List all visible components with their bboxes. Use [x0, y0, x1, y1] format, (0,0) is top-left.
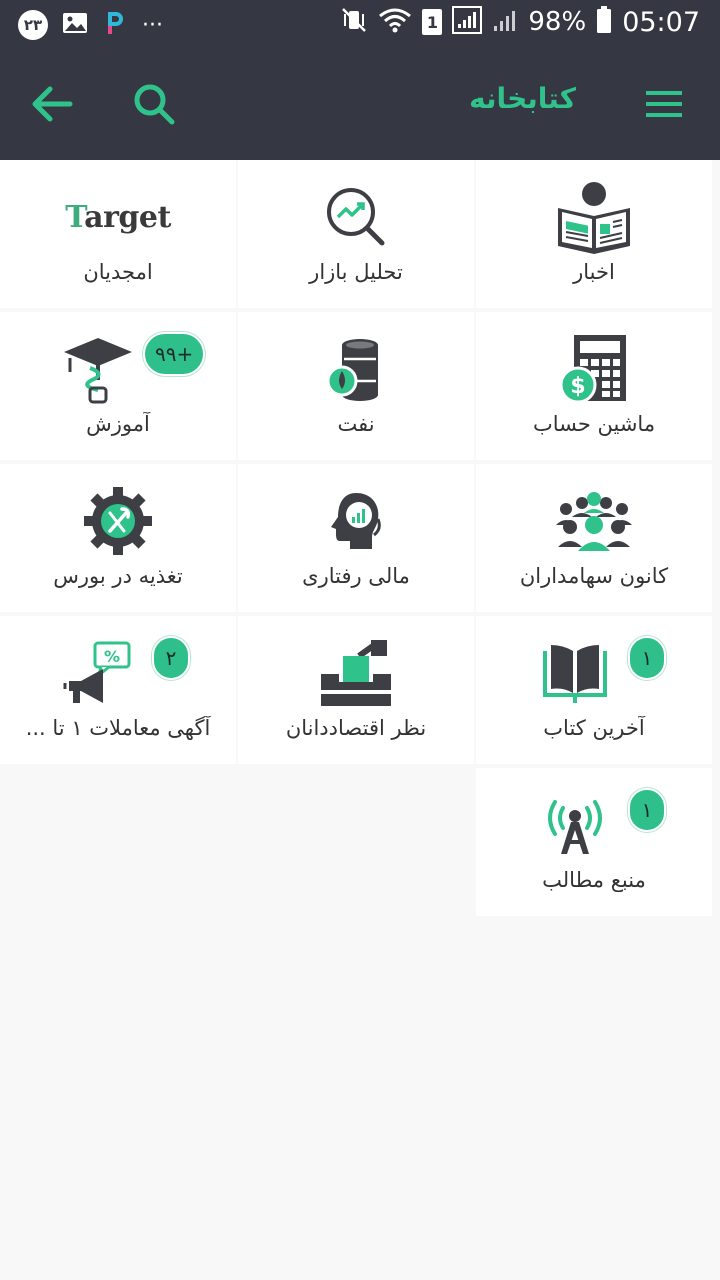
market-analysis-icon [327, 188, 385, 246]
wifi-icon [378, 6, 412, 38]
notification-badge: ۱ [628, 636, 666, 680]
target-logo: Target [65, 199, 171, 235]
tile-behavioral-finance[interactable]: مالی رفتاری [238, 464, 474, 612]
tile-calculator[interactable]: $ ماشین حساب [476, 312, 712, 460]
tile-label: اخبار [573, 260, 615, 284]
search-button[interactable] [126, 76, 182, 132]
gear-food-icon [84, 487, 152, 555]
notification-badge: ۲ [152, 636, 190, 680]
battery-percent: 98% [528, 7, 587, 37]
tile-label: منبع مطالب [542, 868, 646, 892]
notification-badge: ۱ [628, 788, 666, 832]
clock: 05:07 [622, 6, 700, 38]
newspaper-reader-icon [558, 182, 630, 254]
page-title: کتابخانه [469, 82, 576, 115]
tile-trade-ads[interactable]: % ۲ آگهی معاملات ۱ تا ... [0, 616, 236, 764]
grid-row: ۹۹+ آموزش نفت $ ماشین حساب [0, 312, 714, 460]
tile-label: امجدیان [83, 260, 153, 284]
tile-label: تغذیه در بورس [53, 564, 183, 588]
grid-row: ۱ منبع مطالب [0, 768, 714, 916]
signal-icon-1 [452, 6, 483, 38]
tile-news[interactable]: اخبار [476, 160, 712, 308]
sim-indicator: 1 [422, 9, 443, 35]
ballot-box-icon [321, 640, 391, 706]
tile-sources[interactable]: ۱ منبع مطالب [476, 768, 712, 916]
tile-label: مالی رفتاری [302, 564, 410, 588]
tile-label: تحلیل بازار [309, 260, 403, 284]
tile-shareholders[interactable]: کانون سهامداران [476, 464, 712, 612]
oil-barrel-icon [326, 339, 378, 401]
megaphone-percent-icon: % [63, 641, 131, 703]
tile-label: نظر اقتصاددانان [285, 716, 427, 740]
grid-row: Target امجدیان تحلیل بازار اخبار [0, 160, 714, 308]
tile-amjadian[interactable]: Target امجدیان [0, 160, 236, 308]
more-dots: ··· [142, 12, 163, 38]
tile-label: آخرین کتاب [543, 716, 645, 740]
tile-label: آگهی معاملات ۱ تا ... [25, 716, 211, 740]
svg-text:%: % [104, 647, 120, 666]
app-p-icon [102, 8, 128, 42]
grid-row: % ۲ آگهی معاملات ۱ تا ... نظر اقتصاددانا… [0, 616, 714, 764]
open-book-icon [543, 645, 607, 703]
app-bar: کتابخانه [0, 48, 720, 160]
notification-count-icon: ۲۳ [18, 10, 48, 40]
empty-slot [238, 768, 474, 916]
tile-label: آموزش [86, 412, 150, 436]
tile-oil[interactable]: نفت [238, 312, 474, 460]
tile-market-analysis[interactable]: تحلیل بازار [238, 160, 474, 308]
tile-nutrition[interactable]: تغذیه در بورس [0, 464, 236, 612]
tile-latest-book[interactable]: ۱ آخرین کتاب [476, 616, 712, 764]
radio-tower-icon [548, 800, 602, 854]
arrow-left-icon [32, 86, 73, 122]
back-button[interactable] [24, 76, 80, 132]
tile-label: ماشین حساب [532, 412, 656, 436]
menu-button[interactable] [636, 76, 692, 132]
tile-economists-opinion[interactable]: نظر اقتصاددانان [238, 616, 474, 764]
empty-slot [0, 768, 236, 916]
notification-badge: ۹۹+ [143, 332, 206, 376]
hamburger-icon [646, 91, 682, 117]
image-icon [62, 11, 88, 39]
education-cap-icon [64, 338, 132, 404]
vibrate-mute-icon [340, 6, 368, 38]
calculator-dollar-icon: $ [559, 335, 626, 404]
search-icon [134, 84, 175, 125]
status-bar: ۲۳ ··· 1 98% 05:07 [0, 0, 720, 48]
tile-education[interactable]: ۹۹+ آموزش [0, 312, 236, 460]
shareholders-group-icon [556, 492, 632, 551]
tile-label: کانون سهامداران [519, 564, 669, 588]
grid-row: تغذیه در بورس مالی رفتاری کانون سهامدارا… [0, 464, 714, 612]
behavioral-finance-icon [331, 493, 381, 549]
svg-text:$: $ [570, 374, 585, 399]
signal-icon-2 [492, 7, 518, 37]
tile-label: نفت [337, 412, 375, 436]
battery-icon [596, 6, 612, 38]
